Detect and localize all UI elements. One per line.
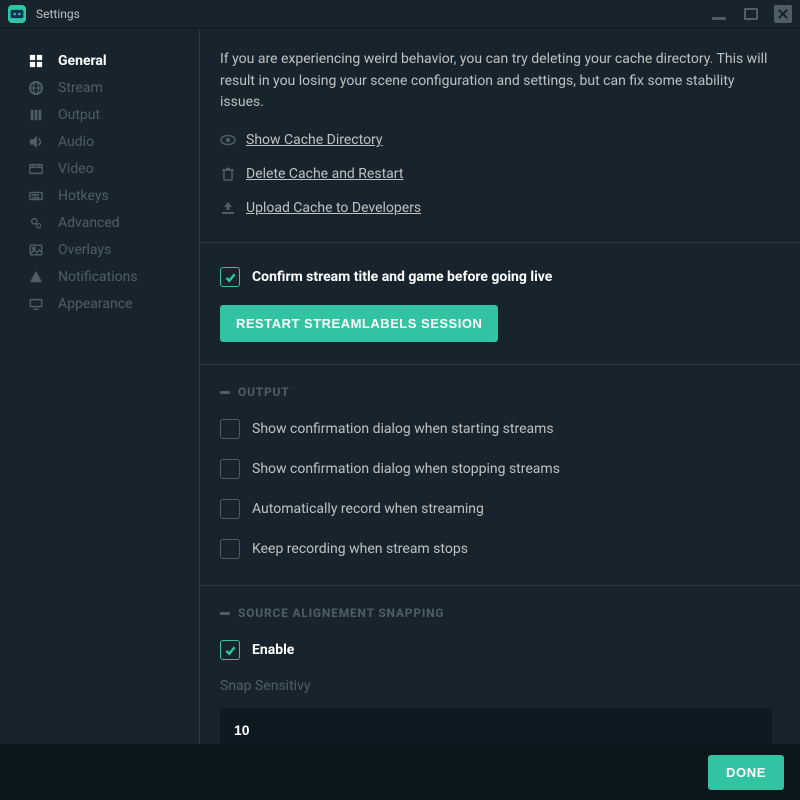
window-title: Settings bbox=[36, 7, 80, 21]
footer: Done bbox=[0, 744, 800, 800]
output-header-label: Output bbox=[238, 385, 290, 399]
keyboard-icon bbox=[28, 189, 44, 203]
sidebar-item-stream[interactable]: Stream bbox=[0, 74, 199, 101]
sidebar-item-label: Stream bbox=[58, 80, 103, 96]
upload-icon bbox=[220, 200, 236, 216]
confirm-start-label: Show confirmation dialog when starting s… bbox=[252, 421, 554, 437]
sidebar-item-label: Appearance bbox=[58, 296, 132, 312]
sidebar-item-notifications[interactable]: Notifications bbox=[0, 263, 199, 290]
audio-icon bbox=[28, 135, 44, 149]
keep-recording-checkbox[interactable] bbox=[220, 539, 240, 559]
sidebar-item-label: Notifications bbox=[58, 269, 138, 285]
confirm-start-row: Show confirmation dialog when starting s… bbox=[220, 419, 772, 439]
keep-recording-row: Keep recording when stream stops bbox=[220, 539, 772, 559]
sidebar: General Stream Output Audio Video Hotkey… bbox=[0, 29, 200, 744]
snapping-header-label: Source Alignement Snapping bbox=[238, 606, 444, 620]
snapping-enable-row: Enable bbox=[220, 640, 772, 660]
sidebar-item-label: Output bbox=[58, 107, 100, 123]
snapping-section-header[interactable]: Source Alignement Snapping bbox=[220, 606, 772, 620]
sidebar-item-advanced[interactable]: Advanced bbox=[0, 209, 199, 236]
output-section: Output Show confirmation dialog when sta… bbox=[200, 365, 800, 586]
keep-recording-label: Keep recording when stream stops bbox=[252, 541, 468, 557]
collapse-icon bbox=[220, 612, 230, 615]
sidebar-item-label: Audio bbox=[58, 134, 94, 150]
titlebar: Settings bbox=[0, 0, 800, 28]
upload-cache-link-row: Upload Cache to Developers bbox=[220, 200, 772, 216]
sidebar-item-appearance[interactable]: Appearance bbox=[0, 290, 199, 317]
settings-content: If you are experiencing weird behavior, … bbox=[200, 29, 800, 744]
confirm-stream-title-label: Confirm stream title and game before goi… bbox=[252, 269, 552, 285]
cache-section: If you are experiencing weird behavior, … bbox=[200, 29, 800, 243]
sidebar-item-video[interactable]: Video bbox=[0, 155, 199, 182]
snapping-enable-checkbox[interactable] bbox=[220, 640, 240, 660]
snap-sensitivity-input[interactable] bbox=[220, 708, 772, 744]
sidebar-item-label: Video bbox=[58, 161, 94, 177]
sidebar-item-overlays[interactable]: Overlays bbox=[0, 236, 199, 263]
snap-sensitivity-label: Snap Sensitivy bbox=[220, 678, 772, 694]
upload-cache-link[interactable]: Upload Cache to Developers bbox=[246, 200, 421, 216]
sidebar-item-output[interactable]: Output bbox=[0, 101, 199, 128]
image-icon bbox=[28, 243, 44, 257]
output-section-header[interactable]: Output bbox=[220, 385, 772, 399]
window-maximize-button[interactable] bbox=[742, 5, 760, 23]
snapping-section: Source Alignement Snapping Enable Snap S… bbox=[200, 586, 800, 744]
confirm-start-checkbox[interactable] bbox=[220, 419, 240, 439]
globe-icon bbox=[28, 81, 44, 95]
auto-record-label: Automatically record when streaming bbox=[252, 501, 484, 517]
show-cache-link-row: Show Cache Directory bbox=[220, 132, 772, 148]
output-icon bbox=[28, 108, 44, 122]
gears-icon bbox=[28, 216, 44, 230]
confirm-stop-checkbox[interactable] bbox=[220, 459, 240, 479]
show-cache-link[interactable]: Show Cache Directory bbox=[246, 132, 383, 148]
confirm-section: Confirm stream title and game before goi… bbox=[200, 243, 800, 365]
window-close-button[interactable] bbox=[774, 5, 792, 23]
delete-cache-link-row: Delete Cache and Restart bbox=[220, 166, 772, 182]
sidebar-item-label: General bbox=[58, 53, 107, 69]
eye-icon bbox=[220, 132, 236, 148]
sidebar-item-label: Overlays bbox=[58, 242, 111, 258]
done-button[interactable]: Done bbox=[708, 755, 784, 790]
sidebar-item-audio[interactable]: Audio bbox=[0, 128, 199, 155]
restart-streamlabels-button[interactable]: Restart Streamlabels Session bbox=[220, 305, 498, 342]
confirm-stop-label: Show confirmation dialog when stopping s… bbox=[252, 461, 560, 477]
sidebar-item-label: Hotkeys bbox=[58, 188, 109, 204]
app-logo bbox=[8, 5, 26, 23]
snapping-enable-label: Enable bbox=[252, 642, 294, 658]
confirm-stream-title-checkbox[interactable] bbox=[220, 267, 240, 287]
confirm-stream-title-row: Confirm stream title and game before goi… bbox=[220, 267, 772, 287]
trash-icon bbox=[220, 166, 236, 182]
cache-intro-text: If you are experiencing weird behavior, … bbox=[220, 49, 772, 114]
auto-record-row: Automatically record when streaming bbox=[220, 499, 772, 519]
sidebar-item-label: Advanced bbox=[58, 215, 120, 231]
collapse-icon bbox=[220, 391, 230, 394]
display-icon bbox=[28, 297, 44, 311]
video-icon bbox=[28, 162, 44, 176]
warning-icon bbox=[28, 270, 44, 284]
sidebar-item-general[interactable]: General bbox=[0, 47, 199, 74]
grid-icon bbox=[28, 54, 44, 68]
delete-cache-link[interactable]: Delete Cache and Restart bbox=[246, 166, 403, 182]
auto-record-checkbox[interactable] bbox=[220, 499, 240, 519]
window-minimize-button[interactable] bbox=[710, 5, 728, 23]
sidebar-item-hotkeys[interactable]: Hotkeys bbox=[0, 182, 199, 209]
confirm-stop-row: Show confirmation dialog when stopping s… bbox=[220, 459, 772, 479]
